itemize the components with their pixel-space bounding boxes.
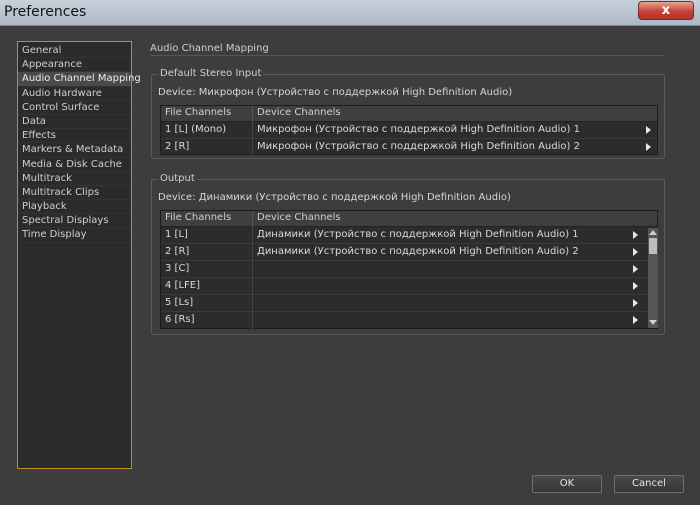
close-icon: x xyxy=(661,3,671,18)
column-divider xyxy=(252,227,253,244)
file-channel-cell: 1 [L] (Mono) xyxy=(165,124,227,135)
table-row[interactable]: 2 [R] Микрофон (Устройство с поддержкой … xyxy=(161,139,657,156)
stereo-input-group: Default Stereo Input Device: Микрофон (У… xyxy=(151,68,665,159)
file-channel-cell: 4 [LFE] xyxy=(165,280,200,291)
stereo-input-legend: Default Stereo Input xyxy=(158,68,264,79)
device-channel-cell: Динамики (Устройство с поддержкой High D… xyxy=(257,229,579,240)
sidebar-item-markers-metadata[interactable]: Markers & Metadata xyxy=(18,143,131,158)
cancel-button[interactable]: Cancel xyxy=(614,475,684,493)
sidebar-item-effects[interactable]: Effects xyxy=(18,129,131,144)
output-table: File Channels Device Channels 1 [L] Дина… xyxy=(160,210,658,329)
stereo-input-table-header: File Channels Device Channels xyxy=(161,106,657,122)
title-divider xyxy=(150,55,664,56)
chevron-right-icon[interactable] xyxy=(633,231,638,239)
column-header-device-channels: Device Channels xyxy=(257,107,341,118)
table-row[interactable]: 2 [R] Динамики (Устройство с поддержкой … xyxy=(161,244,657,261)
file-channel-cell: 2 [R] xyxy=(165,246,190,257)
table-row[interactable]: 1 [L] (Mono) Микрофон (Устройство с подд… xyxy=(161,122,657,139)
table-row[interactable]: 5 [Ls] xyxy=(161,295,657,312)
table-row[interactable]: 4 [LFE] xyxy=(161,278,657,295)
sidebar-item-media-disk-cache[interactable]: Media & Disk Cache xyxy=(18,158,131,172)
sidebar-item-multitrack[interactable]: Multitrack xyxy=(18,172,131,186)
device-channel-cell: Микрофон (Устройство с поддержкой High D… xyxy=(257,141,580,152)
title-bar[interactable]: Preferences x xyxy=(0,0,700,26)
column-divider xyxy=(252,278,253,295)
scroll-thumb[interactable] xyxy=(649,238,657,254)
column-divider xyxy=(252,295,253,312)
chevron-right-icon[interactable] xyxy=(633,316,638,324)
table-row[interactable]: 1 [L] Динамики (Устройство с поддержкой … xyxy=(161,227,657,244)
sidebar-item-general[interactable]: General xyxy=(18,44,131,59)
device-channel-cell: Динамики (Устройство с поддержкой High D… xyxy=(257,246,579,257)
sidebar-item-time-display[interactable]: Time Display xyxy=(18,228,131,243)
chevron-right-icon[interactable] xyxy=(646,126,651,134)
sidebar-item-appearance[interactable]: Appearance xyxy=(18,58,131,73)
table-row[interactable]: 6 [Rs] xyxy=(161,312,657,329)
category-list[interactable]: General Appearance Audio Channel Mapping… xyxy=(17,41,141,469)
column-divider xyxy=(252,122,253,139)
close-button[interactable]: x xyxy=(638,1,694,20)
chevron-right-icon[interactable] xyxy=(633,299,638,307)
column-divider xyxy=(252,211,253,227)
column-divider xyxy=(252,312,253,329)
device-channel-cell: Микрофон (Устройство с поддержкой High D… xyxy=(257,124,580,135)
file-channel-cell: 1 [L] xyxy=(165,229,188,240)
chevron-right-icon[interactable] xyxy=(646,143,651,151)
column-divider xyxy=(252,106,253,122)
file-channel-cell: 2 [R] xyxy=(165,141,190,152)
column-divider xyxy=(252,261,253,278)
file-channel-cell: 3 [C] xyxy=(165,263,190,274)
chevron-right-icon[interactable] xyxy=(633,282,638,290)
output-device: Device: Динамики (Устройство с поддержко… xyxy=(158,192,511,203)
window-title: Preferences xyxy=(4,4,87,20)
file-channel-cell: 5 [Ls] xyxy=(165,297,194,308)
chevron-right-icon[interactable] xyxy=(633,248,638,256)
column-divider xyxy=(252,139,253,156)
column-divider xyxy=(252,244,253,261)
sidebar-item-control-surface[interactable]: Control Surface xyxy=(18,101,131,115)
stereo-input-table: File Channels Device Channels 1 [L] (Mon… xyxy=(160,105,658,156)
output-group: Output Device: Динамики (Устройство с по… xyxy=(151,173,665,335)
stereo-input-device: Device: Микрофон (Устройство с поддержко… xyxy=(158,87,513,98)
sidebar-item-playback[interactable]: Playback xyxy=(18,200,131,215)
output-table-header: File Channels Device Channels xyxy=(161,211,657,227)
page-title: Audio Channel Mapping xyxy=(150,43,269,54)
column-header-file-channels: File Channels xyxy=(165,212,232,223)
file-channel-cell: 6 [Rs] xyxy=(165,314,195,325)
column-header-device-channels: Device Channels xyxy=(257,212,341,223)
column-header-file-channels: File Channels xyxy=(165,107,232,118)
sidebar-item-data[interactable]: Data xyxy=(18,115,131,130)
output-scrollbar[interactable] xyxy=(648,228,658,328)
table-row[interactable]: 3 [C] xyxy=(161,261,657,278)
sidebar-item-audio-hardware[interactable]: Audio Hardware xyxy=(18,87,131,101)
sidebar-item-spectral-displays[interactable]: Spectral Displays xyxy=(18,214,131,229)
sidebar-item-audio-channel-mapping[interactable]: Audio Channel Mapping xyxy=(18,72,141,87)
scroll-down-icon[interactable] xyxy=(649,320,657,325)
chevron-right-icon[interactable] xyxy=(633,265,638,273)
output-legend: Output xyxy=(158,173,197,184)
sidebar-item-multitrack-clips[interactable]: Multitrack Clips xyxy=(18,186,131,201)
dialog-body: General Appearance Audio Channel Mapping… xyxy=(6,27,694,499)
ok-button[interactable]: OK xyxy=(532,475,602,493)
scroll-up-icon[interactable] xyxy=(649,230,657,235)
